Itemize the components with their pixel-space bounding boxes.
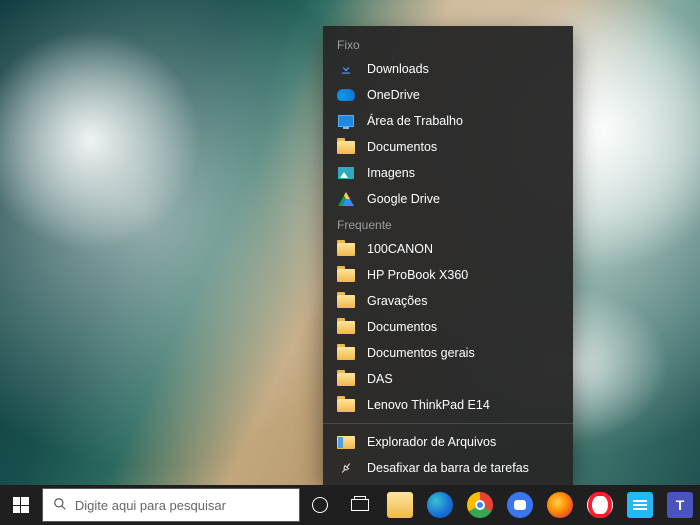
file-explorer-icon	[337, 434, 355, 450]
jumplist-item-label: Documentos	[367, 320, 437, 334]
jumplist-item-images[interactable]: Imagens	[323, 160, 573, 186]
taskbar-app-teams[interactable]: T	[660, 485, 700, 525]
folder-icon	[337, 345, 355, 361]
jumplist-item-documentos[interactable]: Documentos	[323, 314, 573, 340]
jumplist-item-downloads[interactable]: Downloads	[323, 56, 573, 82]
jumplist-item-label: Imagens	[367, 166, 415, 180]
download-icon	[337, 61, 355, 77]
jumplist-item-label: Gravações	[367, 294, 427, 308]
jumplist-item-lenovo-thinkpad[interactable]: Lenovo ThinkPad E14	[323, 392, 573, 418]
jumplist-item-label: Documentos	[367, 140, 437, 154]
task-view-button[interactable]	[340, 485, 380, 525]
search-box[interactable]: Digite aqui para pesquisar	[42, 488, 300, 522]
jumplist-unpin-taskbar[interactable]: Desafixar da barra de tarefas	[323, 455, 573, 481]
desktop-icon	[337, 113, 355, 129]
folder-icon	[337, 241, 355, 257]
jumplist-item-label: OneDrive	[367, 88, 420, 102]
jumplist-item-documentos-gerais[interactable]: Documentos gerais	[323, 340, 573, 366]
taskbar-app-firefox[interactable]	[540, 485, 580, 525]
jumplist-item-label: Explorador de Arquivos	[367, 435, 496, 449]
jumplist-item-label: Desafixar da barra de tarefas	[367, 461, 529, 475]
folder-icon	[337, 267, 355, 283]
taskbar-app-signal[interactable]	[500, 485, 540, 525]
folder-icon	[337, 319, 355, 335]
opera-icon	[587, 492, 613, 518]
taskbar: Digite aqui para pesquisar T	[0, 485, 700, 525]
circle-icon	[312, 497, 328, 513]
jumplist-item-gravacoes[interactable]: Gravações	[323, 288, 573, 314]
jumplist-item-label: 100CANON	[367, 242, 433, 256]
start-button[interactable]	[0, 485, 42, 525]
chrome-icon	[467, 492, 493, 518]
taskbar-app-notes[interactable]	[620, 485, 660, 525]
jumplist-item-label: Documentos gerais	[367, 346, 475, 360]
taskbar-app-file-explorer[interactable]	[380, 485, 420, 525]
jumplist-frequent-header: Frequente	[323, 212, 573, 236]
folder-icon	[337, 371, 355, 387]
cortana-button[interactable]	[300, 485, 340, 525]
taskbar-app-chrome[interactable]	[460, 485, 500, 525]
windows-logo-icon	[13, 497, 29, 513]
jumplist-item-label: Lenovo ThinkPad E14	[367, 398, 490, 412]
jumplist-item-hp-probook[interactable]: HP ProBook X360	[323, 262, 573, 288]
signal-icon	[507, 492, 533, 518]
folder-icon	[337, 397, 355, 413]
unpin-icon	[337, 460, 355, 476]
jumplist-item-documents[interactable]: Documentos	[323, 134, 573, 160]
jumplist-item-100canon[interactable]: 100CANON	[323, 236, 573, 262]
onedrive-icon	[337, 87, 355, 103]
folder-icon	[337, 293, 355, 309]
taskbar-apps: T	[300, 485, 700, 525]
notes-icon	[627, 492, 653, 518]
jumplist-open-file-explorer[interactable]: Explorador de Arquivos	[323, 429, 573, 455]
separator	[323, 423, 573, 424]
teams-icon: T	[667, 492, 693, 518]
file-explorer-jumplist: Fixo Downloads OneDrive Área de Trabalho…	[323, 26, 573, 485]
taskview-icon	[351, 499, 369, 511]
taskbar-app-edge[interactable]	[420, 485, 460, 525]
folder-icon	[337, 139, 355, 155]
gdrive-icon	[337, 191, 355, 207]
jumplist-item-label: DAS	[367, 372, 393, 386]
jumplist-item-label: Google Drive	[367, 192, 440, 206]
firefox-icon	[547, 492, 573, 518]
jumplist-item-google-drive[interactable]: Google Drive	[323, 186, 573, 212]
search-icon	[53, 497, 67, 514]
jumplist-item-label: Área de Trabalho	[367, 114, 463, 128]
taskbar-app-opera[interactable]	[580, 485, 620, 525]
search-placeholder: Digite aqui para pesquisar	[75, 498, 226, 513]
edge-icon	[427, 492, 453, 518]
images-icon	[337, 165, 355, 181]
jumplist-item-onedrive[interactable]: OneDrive	[323, 82, 573, 108]
jumplist-item-das[interactable]: DAS	[323, 366, 573, 392]
jumplist-item-label: Downloads	[367, 62, 429, 76]
jumplist-item-label: HP ProBook X360	[367, 268, 468, 282]
jumplist-item-desktop[interactable]: Área de Trabalho	[323, 108, 573, 134]
jumplist-pinned-header: Fixo	[323, 32, 573, 56]
file-explorer-icon	[387, 492, 413, 518]
